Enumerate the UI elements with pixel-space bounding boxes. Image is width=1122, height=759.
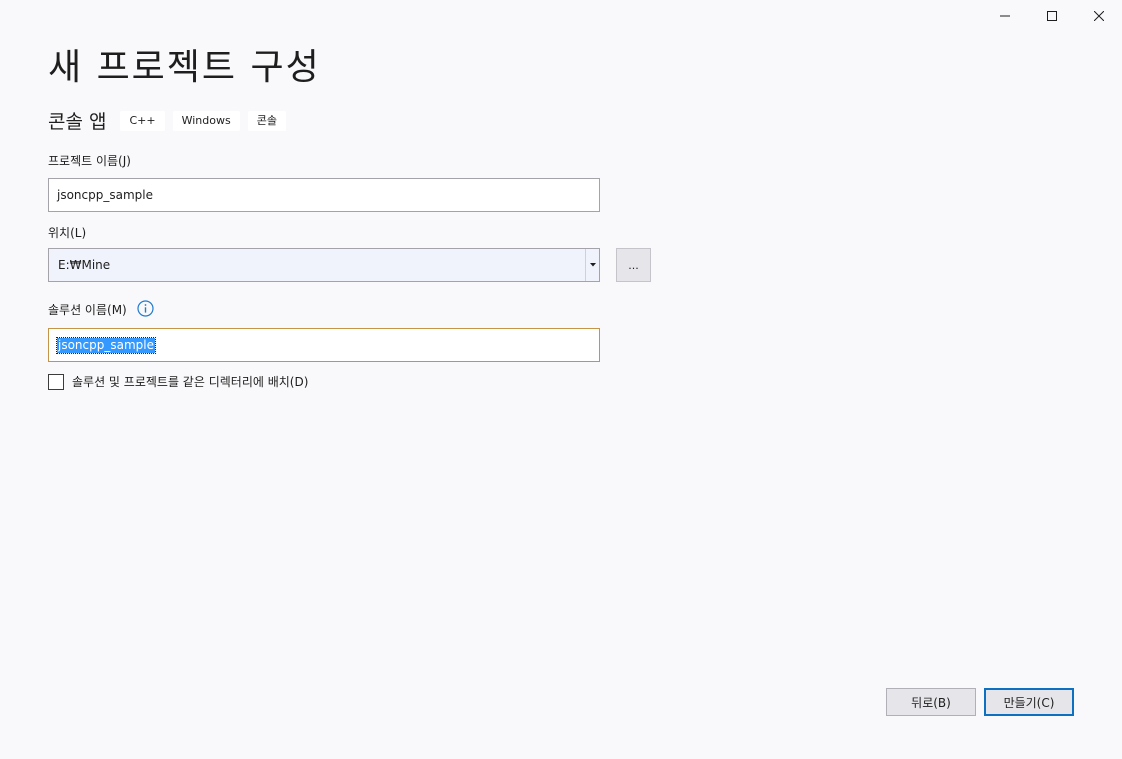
same-directory-label: 솔루션 및 프로젝트를 같은 디렉터리에 배치(D) bbox=[72, 375, 309, 389]
solution-name-label: 솔루션 이름(M) bbox=[48, 303, 127, 317]
location-value: E:₩Mine bbox=[58, 258, 111, 272]
back-button[interactable]: 뒤로(B) bbox=[886, 688, 976, 716]
info-icon[interactable] bbox=[137, 300, 154, 317]
same-directory-checkbox[interactable] bbox=[48, 373, 64, 390]
create-button[interactable]: 만들기(C) bbox=[984, 688, 1074, 716]
maximize-button[interactable] bbox=[1028, 0, 1075, 32]
location-label: 위치(L) bbox=[48, 226, 87, 240]
location-combobox[interactable]: E:₩Mine bbox=[48, 248, 600, 282]
minimize-button[interactable] bbox=[981, 0, 1028, 32]
template-name: 콘솔 앱 bbox=[48, 111, 107, 133]
tag-language: C++ bbox=[120, 110, 165, 131]
close-icon bbox=[1093, 11, 1104, 21]
project-name-input[interactable]: jsoncpp_sample bbox=[48, 178, 600, 212]
window-controls bbox=[981, 0, 1122, 32]
dropdown-button[interactable] bbox=[585, 249, 599, 281]
maximize-icon bbox=[1046, 11, 1057, 21]
browse-button[interactable]: ... bbox=[616, 248, 651, 282]
solution-name-input[interactable]: jsoncpp_sample bbox=[48, 328, 600, 362]
page-title: 새 프로젝트 구성 bbox=[48, 47, 321, 88]
selected-solution-name: jsoncpp_sample bbox=[56, 336, 156, 354]
minimize-icon bbox=[999, 15, 1010, 17]
template-summary: 콘솔 앱 C++ Windows 콘솔 bbox=[48, 107, 294, 134]
same-directory-option[interactable]: 솔루션 및 프로젝트를 같은 디렉터리에 배치(D) bbox=[48, 373, 308, 390]
configure-project-dialog: 새 프로젝트 구성 콘솔 앱 C++ Windows 콘솔 프로젝트 이름(J)… bbox=[0, 0, 1122, 759]
tag-project-type: 콘솔 bbox=[247, 110, 286, 131]
tag-platform: Windows bbox=[172, 110, 240, 131]
project-name-label: 프로젝트 이름(J) bbox=[48, 154, 131, 168]
chevron-down-icon bbox=[589, 263, 596, 267]
close-button[interactable] bbox=[1075, 0, 1122, 32]
